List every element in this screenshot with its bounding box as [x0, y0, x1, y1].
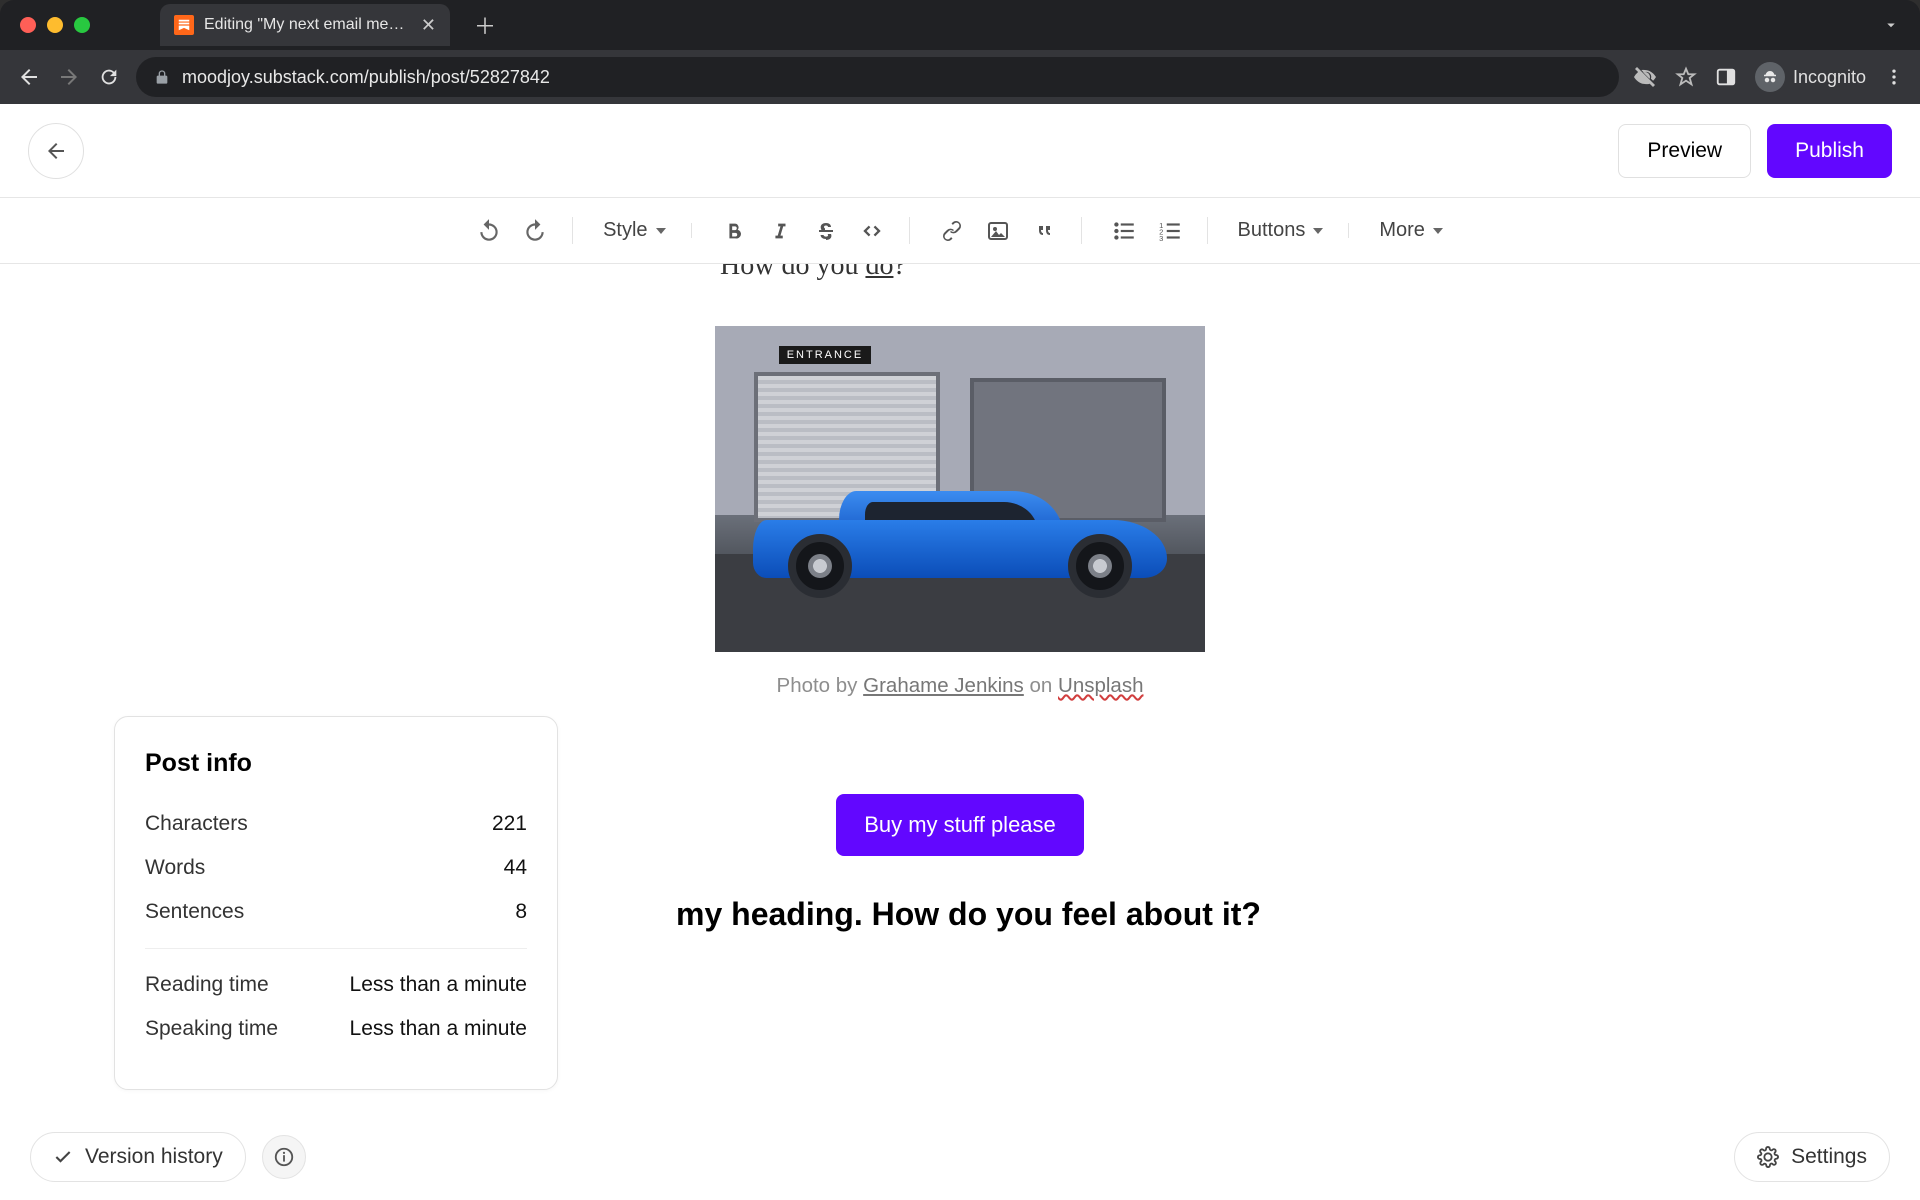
entrance-sign: ENTRANCE — [779, 346, 872, 364]
bookmark-star-icon[interactable] — [1675, 66, 1697, 88]
info-row-words: Words 44 — [145, 846, 527, 890]
info-divider — [145, 948, 527, 949]
kebab-menu-icon[interactable] — [1884, 67, 1904, 87]
undo-button[interactable] — [469, 211, 509, 251]
tab-title: Editing "My next email messag — [204, 16, 411, 34]
italic-button[interactable] — [760, 211, 800, 251]
preview-button[interactable]: Preview — [1618, 124, 1751, 178]
version-history-button[interactable]: Version history — [30, 1132, 246, 1182]
blockquote-button[interactable] — [1024, 211, 1064, 251]
info-row-reading: Reading time Less than a minute — [145, 963, 527, 1007]
window-maximize-button[interactable] — [74, 17, 90, 33]
redo-button[interactable] — [515, 211, 555, 251]
incognito-badge[interactable]: Incognito — [1755, 62, 1866, 92]
editor-column[interactable]: How do you do? ENTRANCE Photo by Grahame… — [590, 264, 1330, 933]
image-button[interactable] — [978, 211, 1018, 251]
buttons-dropdown[interactable]: Buttons — [1230, 219, 1332, 242]
settings-button[interactable]: Settings — [1734, 1132, 1890, 1182]
tab-bar: Editing "My next email messag ✕ ＋ — [0, 0, 1920, 50]
chevron-down-icon — [1313, 228, 1323, 234]
caption-source-link[interactable]: Unsplash — [1058, 674, 1143, 697]
url-text: moodjoy.substack.com/publish/post/528278… — [182, 67, 550, 88]
window-close-button[interactable] — [20, 17, 36, 33]
browser-tab[interactable]: Editing "My next email messag ✕ — [160, 4, 450, 46]
code-button[interactable] — [852, 211, 892, 251]
info-icon — [273, 1146, 295, 1168]
content-image[interactable]: ENTRANCE — [715, 326, 1205, 652]
back-button[interactable] — [28, 123, 84, 179]
panel-icon[interactable] — [1715, 66, 1737, 88]
window-minimize-button[interactable] — [47, 17, 63, 33]
browser-right-icons: Incognito — [1633, 62, 1904, 92]
link-button[interactable] — [932, 211, 972, 251]
info-row-speaking: Speaking time Less than a minute — [145, 1007, 527, 1051]
editor-content: How do you do? ENTRANCE Photo by Grahame… — [0, 264, 1920, 1200]
lock-icon — [154, 69, 170, 85]
substack-favicon-icon — [174, 15, 194, 35]
more-dropdown[interactable]: More — [1371, 219, 1451, 242]
bullet-list-button[interactable] — [1104, 211, 1144, 251]
caption-author-link[interactable]: Grahame Jenkins — [863, 674, 1024, 697]
nav-reload-button[interactable] — [96, 64, 122, 90]
chevron-down-icon — [656, 228, 666, 234]
chevron-down-icon — [1433, 228, 1443, 234]
url-input[interactable]: moodjoy.substack.com/publish/post/528278… — [136, 57, 1619, 97]
bottom-bar: Version history Settings — [0, 1114, 1920, 1200]
style-dropdown[interactable]: Style — [595, 219, 673, 242]
post-info-toggle-button[interactable] — [262, 1135, 306, 1179]
body-text[interactable]: How do you do? — [590, 264, 1330, 282]
post-info-title: Post info — [145, 749, 527, 778]
tab-close-icon[interactable]: ✕ — [421, 15, 436, 36]
nav-forward-button[interactable] — [56, 64, 82, 90]
info-row-characters: Characters 221 — [145, 802, 527, 846]
incognito-icon — [1755, 62, 1785, 92]
new-tab-button[interactable]: ＋ — [460, 9, 510, 41]
svg-text:3: 3 — [1159, 233, 1163, 242]
editor-toolbar: Style 123 Buttons More — [0, 198, 1920, 264]
post-info-popover: Post info Characters 221 Words 44 Senten… — [114, 716, 558, 1090]
browser-chrome: Editing "My next email messag ✕ ＋ moodjo… — [0, 0, 1920, 104]
header-actions: Preview Publish — [1618, 124, 1892, 178]
app-header: Preview Publish — [0, 104, 1920, 198]
window-dropdown-icon[interactable] — [1882, 16, 1900, 34]
image-caption[interactable]: Photo by Grahame Jenkins on Unsplash — [590, 674, 1330, 698]
ordered-list-button[interactable]: 123 — [1150, 211, 1190, 251]
cta-button[interactable]: Buy my stuff please — [836, 794, 1084, 856]
eye-off-icon[interactable] — [1633, 65, 1657, 89]
gear-icon — [1757, 1146, 1779, 1168]
info-row-sentences: Sentences 8 — [145, 890, 527, 934]
bold-button[interactable] — [714, 211, 754, 251]
strikethrough-button[interactable] — [806, 211, 846, 251]
content-heading[interactable]: my heading. How do you feel about it? — [676, 896, 1330, 933]
incognito-label: Incognito — [1793, 67, 1866, 88]
check-icon — [53, 1147, 73, 1167]
nav-back-button[interactable] — [16, 64, 42, 90]
traffic-lights — [20, 17, 90, 33]
address-bar: moodjoy.substack.com/publish/post/528278… — [0, 50, 1920, 104]
publish-button[interactable]: Publish — [1767, 124, 1892, 178]
image-car — [744, 489, 1175, 600]
